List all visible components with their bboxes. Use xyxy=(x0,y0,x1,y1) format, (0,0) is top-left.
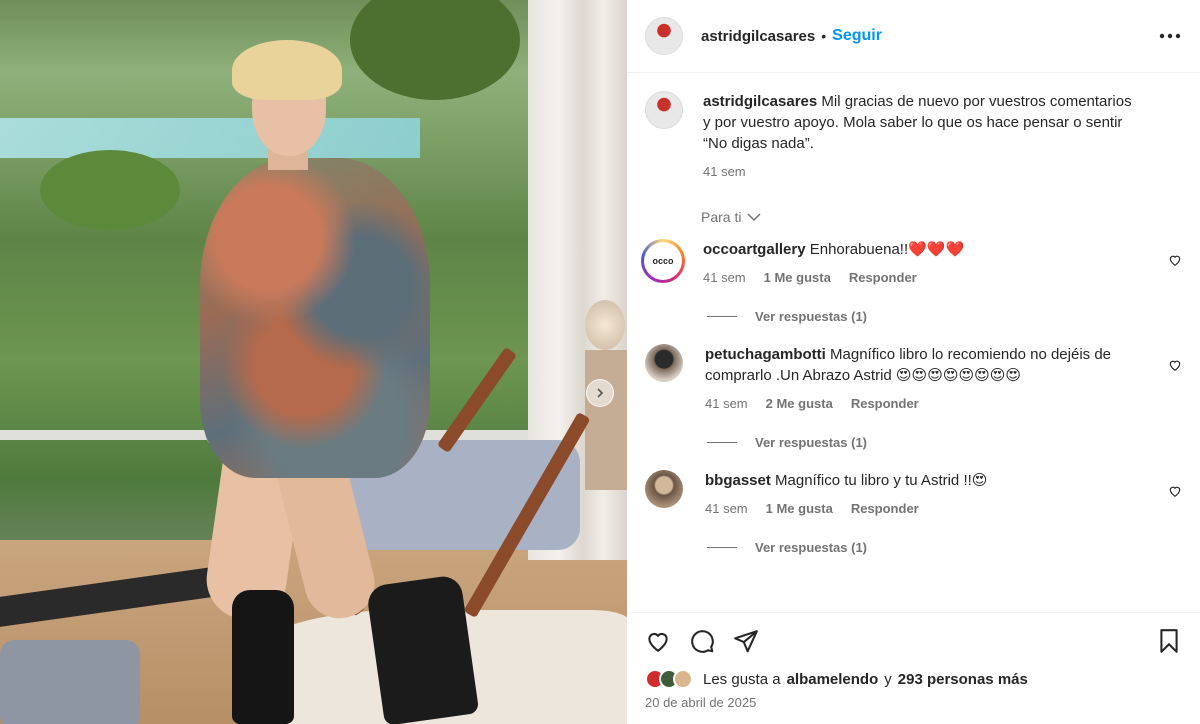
post-header: astridgilcasares • Seguir xyxy=(627,0,1200,73)
commenter-avatar[interactable] xyxy=(645,470,683,508)
heart-icon[interactable] xyxy=(645,628,671,654)
view-replies-button[interactable]: Ver respuestas (1) xyxy=(707,540,1182,555)
liker-avatars[interactable] xyxy=(645,669,693,689)
separator-dot: • xyxy=(821,28,827,44)
reply-button[interactable]: Responder xyxy=(851,501,919,516)
comment-like-count[interactable]: 1 Me gusta xyxy=(764,270,831,285)
for-you-filter[interactable]: Para ti xyxy=(701,209,1182,225)
post-date[interactable]: 20 de abril de 2025 xyxy=(627,689,1200,710)
view-replies-button[interactable]: Ver respuestas (1) xyxy=(707,309,1182,324)
heart-icon[interactable] xyxy=(1168,358,1182,372)
lamp xyxy=(585,300,625,350)
liker-username[interactable]: albamelendo xyxy=(787,671,879,688)
follow-button[interactable]: Seguir xyxy=(832,27,882,45)
chevron-right-icon xyxy=(597,388,604,398)
pool-background xyxy=(0,118,420,158)
avatar-logo-text: occo xyxy=(644,242,682,280)
likes-count[interactable]: 293 personas más xyxy=(898,671,1028,688)
commenter-username[interactable]: bbgasset xyxy=(705,472,771,489)
comment-like-count[interactable]: 2 Me gusta xyxy=(766,396,833,411)
reply-button[interactable]: Responder xyxy=(851,396,919,411)
comment-meta: 41 sem 2 Me gusta Responder xyxy=(705,396,1167,411)
likes-summary: Les gusta a albamelendo y 293 personas m… xyxy=(627,669,1200,689)
person-boot xyxy=(365,574,480,724)
chevron-down-icon xyxy=(747,212,761,221)
heart-icon[interactable] xyxy=(1168,253,1182,267)
replies-divider-line xyxy=(707,316,737,317)
action-bar xyxy=(627,613,1200,669)
view-replies-label: Ver respuestas (1) xyxy=(755,309,868,324)
post-side-panel: astridgilcasares • Seguir astridgilcasar… xyxy=(627,0,1200,724)
post-photo[interactable] xyxy=(0,0,627,724)
replies-divider-line xyxy=(707,547,737,548)
more-horizontal-icon xyxy=(1159,33,1181,39)
more-options-button[interactable] xyxy=(1158,24,1182,48)
caption-time[interactable]: 41 sem xyxy=(703,164,746,179)
comment-item: bbgasset Magnífico tu libro y tu Astrid … xyxy=(645,470,1182,516)
sofa xyxy=(0,640,140,724)
comment-icon[interactable] xyxy=(689,628,715,654)
comment-text: Magnífico tu libro y tu Astrid !!😍 xyxy=(775,472,988,489)
view-replies-label: Ver respuestas (1) xyxy=(755,540,868,555)
comment-meta: 41 sem 1 Me gusta Responder xyxy=(703,270,1165,285)
photo-scene xyxy=(0,0,627,724)
comments-section[interactable]: astridgilcasares Mil gracias de nuevo po… xyxy=(627,73,1200,613)
caption-text-block: astridgilcasares Mil gracias de nuevo po… xyxy=(703,91,1143,154)
commenter-username[interactable]: petuchagambotti xyxy=(705,346,826,363)
commenter-avatar[interactable]: occo xyxy=(641,239,685,283)
caption-author-avatar[interactable] xyxy=(645,91,683,129)
comment-item: petuchagambotti Magnífico libro lo recom… xyxy=(645,344,1182,411)
share-icon[interactable] xyxy=(733,628,759,654)
next-photo-button[interactable] xyxy=(586,379,614,407)
person-dress xyxy=(200,158,430,478)
comment-time[interactable]: 41 sem xyxy=(705,501,748,516)
person-hair xyxy=(232,40,342,100)
view-replies-label: Ver respuestas (1) xyxy=(755,435,868,450)
commenter-avatar[interactable] xyxy=(645,344,683,382)
author-username[interactable]: astridgilcasares xyxy=(701,28,815,45)
likes-prefix: Les gusta a xyxy=(703,670,781,688)
comment-meta: 41 sem 1 Me gusta Responder xyxy=(705,501,1167,516)
comment-text: Enhorabuena!!❤️❤️❤️ xyxy=(809,241,965,258)
comment-time[interactable]: 41 sem xyxy=(703,270,746,285)
person-boot xyxy=(232,590,294,724)
replies-divider-line xyxy=(707,442,737,443)
side-table xyxy=(585,350,627,490)
comment-like-count[interactable]: 1 Me gusta xyxy=(766,501,833,516)
reply-button[interactable]: Responder xyxy=(849,270,917,285)
caption-username[interactable]: astridgilcasares xyxy=(703,93,817,110)
shrub xyxy=(40,150,180,230)
view-replies-button[interactable]: Ver respuestas (1) xyxy=(707,435,1182,450)
caption-meta: 41 sem xyxy=(703,164,1143,179)
comment-item: occo occoartgallery Enhorabuena!!❤️❤️❤️ … xyxy=(641,239,1182,285)
heart-icon[interactable] xyxy=(1168,484,1182,498)
likes-connector: y xyxy=(884,670,892,688)
caption: astridgilcasares Mil gracias de nuevo po… xyxy=(645,91,1182,179)
instagram-post-view: astridgilcasares • Seguir astridgilcasar… xyxy=(0,0,1200,724)
comment-time[interactable]: 41 sem xyxy=(705,396,748,411)
for-you-label: Para ti xyxy=(701,209,742,225)
author-avatar[interactable] xyxy=(645,17,683,55)
commenter-username[interactable]: occoartgallery xyxy=(703,241,806,258)
bookmark-icon[interactable] xyxy=(1156,628,1182,654)
